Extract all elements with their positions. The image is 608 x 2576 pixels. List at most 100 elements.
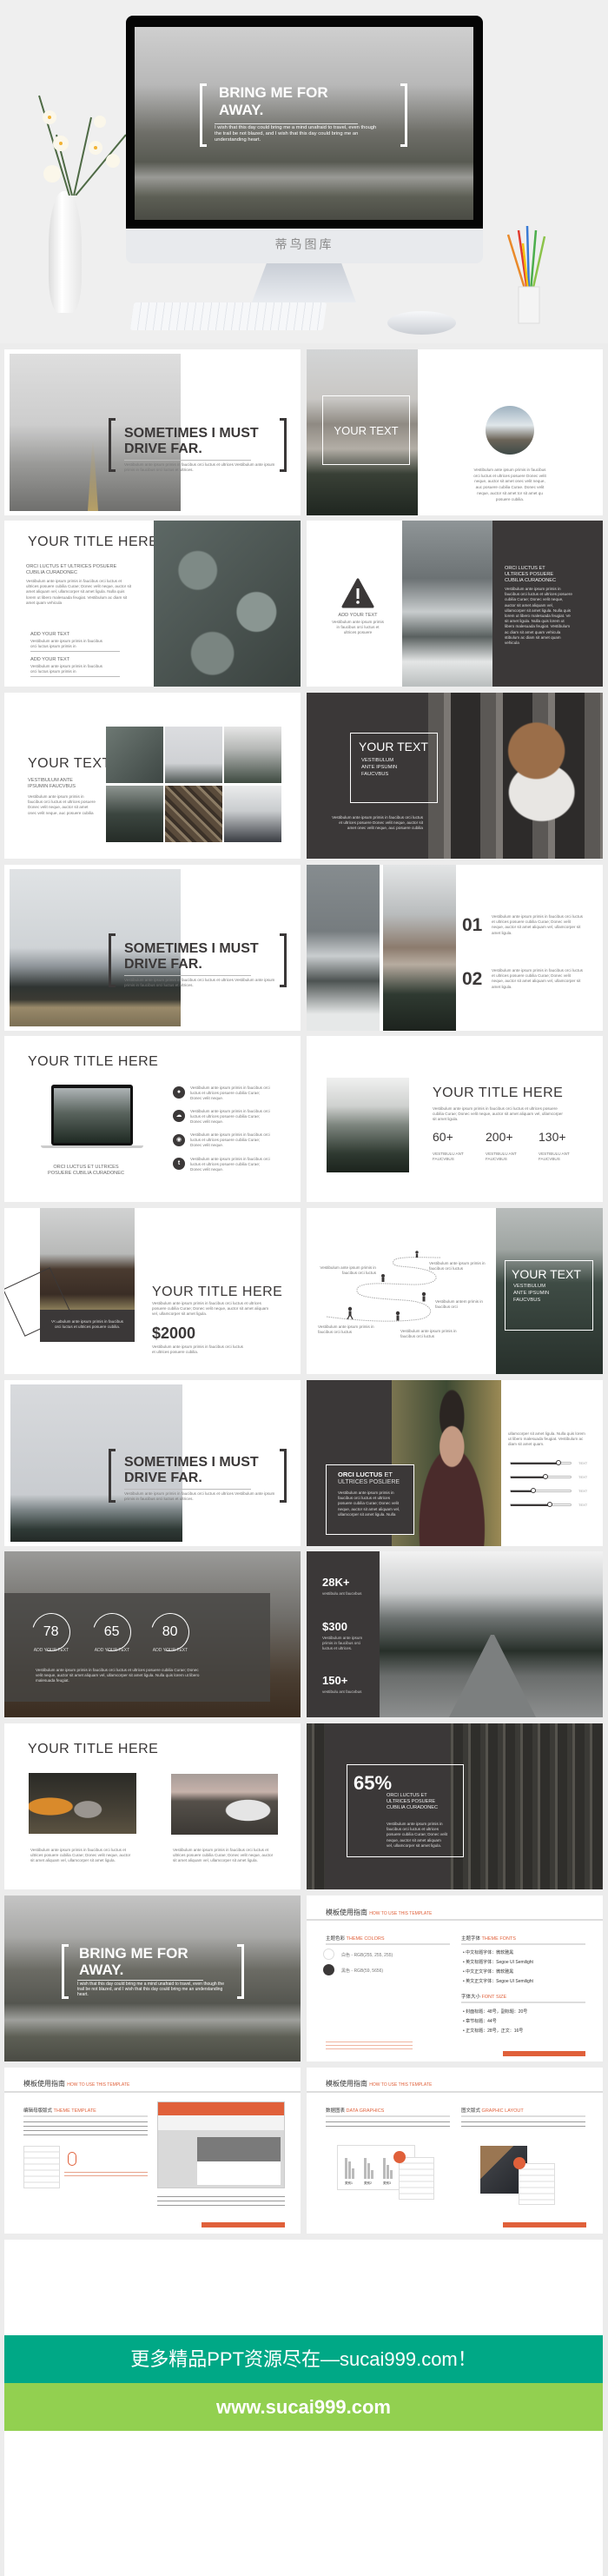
hiker-icon (421, 1291, 426, 1302)
chat-icon[interactable]: ● (173, 1086, 185, 1099)
slider-label: TEXT (578, 1489, 588, 1493)
guide-button[interactable] (202, 2222, 285, 2227)
slide-road-stats[interactable]: 28K+ vestibulu ant faucvbus $300 Vestibulum… (307, 1551, 603, 1717)
grid-photo-mist (224, 786, 281, 842)
slide-sometimes-trees[interactable]: SOMETIMES I MUST DRIVE FAR. Vestibulum a… (4, 1380, 301, 1546)
slide-your-text-woman[interactable]: YOUR TEXT VESTIBULUM ANTE IPSUMIN FAUCVB… (307, 693, 603, 859)
hero-mockup: BRING ME FOR AWAY. I wish that this day c… (0, 0, 608, 343)
slide-sometimes-mountain[interactable]: SOMETIMES I MUST DRIVE FAR. Vestibulum a… (4, 865, 301, 1031)
slider-fill (511, 1490, 533, 1492)
guide-button[interactable] (503, 2222, 586, 2227)
slider-handle[interactable] (546, 1502, 552, 1507)
stat-value: 150+ (322, 1674, 348, 1687)
warning-icon (341, 578, 374, 609)
stat-label: vestibulu ant faucvbus (322, 1690, 362, 1694)
footnotes (326, 2042, 413, 2052)
slider-fill (511, 1463, 558, 1464)
agave-photo (154, 521, 301, 687)
ring-value: 65 (103, 1624, 120, 1640)
slide-your-text-grid[interactable]: YOUR TEXT VESTIBULUM ANTE IPSUMIN FAUCVB… (4, 693, 301, 859)
laptop-mockup (41, 1085, 143, 1149)
slide-guide-theme[interactable]: 模板使用指南 HOW TO USE THIS TEMPLATE 主题色彩 THE… (307, 1895, 603, 2061)
slide-title: SOMETIMES I MUST DRIVE FAR. (124, 426, 259, 456)
hiker-icon (381, 1274, 385, 1282)
slide-laptop-icons[interactable]: YOUR TITLE HERE ORCI LUCTUS ET ULTRICES … (4, 1036, 301, 1202)
slide-guide-template[interactable]: 模板使用指南 HOW TO USE THIS TEMPLATE 编辑母版版式 T… (4, 2068, 301, 2234)
slider-handle[interactable] (542, 1474, 548, 1479)
jeep-photo (171, 1774, 278, 1835)
monitor-logo: 蒂鸟图库 (274, 237, 334, 251)
woman-window-photo (428, 693, 603, 859)
slide-numbered-list[interactable]: 01 Vestibulum ante ipsum primis in fauci… (307, 865, 603, 1031)
stat-value: 28K+ (322, 1576, 350, 1589)
slider-track[interactable] (510, 1488, 572, 1493)
monitor-screen: BRING ME FOR AWAY. I wish that this day c… (135, 27, 473, 220)
slide-winding-path[interactable]: Vestibulum ante ipsum primis in faucibus… (307, 1208, 603, 1374)
mountain-road-photo (380, 1551, 603, 1717)
ring-label: ADD YOUR TEXT (94, 1648, 130, 1653)
monitor-stand (252, 263, 356, 302)
valley-photo (4, 1895, 301, 2061)
pencil-cup (499, 225, 552, 326)
misty-forest-photo (327, 1078, 409, 1172)
tumblr-icon[interactable]: t (173, 1158, 185, 1170)
slide-title: BRING ME FOR AWAY. (79, 1945, 188, 1978)
peak-photo (383, 865, 456, 1031)
slide-warning-sea[interactable]: ADD YOUR TEXT Vestibulum ante ipsum prim… (307, 521, 603, 687)
winding-path-diagram (326, 1251, 442, 1322)
slide-stats-forest[interactable]: YOUR TITLE HERE Vestibulum ante ipsum pr… (307, 1036, 603, 1202)
slide-cabin-price[interactable]: Vestibulum ante ipsum primis in faucibus… (4, 1208, 301, 1374)
sea-photo (402, 521, 492, 687)
slider-handle[interactable] (530, 1488, 536, 1493)
slider-fill (511, 1477, 545, 1478)
slider-fill (511, 1504, 550, 1506)
slide-guide-graphics[interactable]: 模板使用指南 HOW TO USE THIS TEMPLATE 数据图表 DAT… (307, 2068, 603, 2234)
slide-bring-me-for-away[interactable]: BRING ME FOR AWAY. I wish that this day c… (4, 1895, 301, 2061)
slide-title-agave[interactable]: YOUR TITLE HERE ORCI LUCTUS ET ULTRICES … (4, 521, 301, 687)
ring-label: ADD YOUR TEXT (33, 1648, 69, 1653)
grid-photo-leaves (106, 727, 163, 783)
slider-track[interactable] (510, 1460, 572, 1465)
promo-url-banner[interactable]: www.sucai999.com (4, 2383, 603, 2431)
grid-photo-forest (106, 786, 163, 842)
hiker-icon (395, 1311, 400, 1321)
slide-title: SOMETIMES I MUST DRIVE FAR. (124, 941, 259, 972)
ring-label: ADD YOUR TEXT (152, 1648, 188, 1653)
flower-vase (49, 191, 82, 313)
cloud-icon[interactable]: ☁ (173, 1110, 185, 1122)
menu-panel-image (23, 2146, 60, 2188)
grid-photo-wood (165, 786, 222, 842)
slide-title: SOMETIMES I MUST DRIVE FAR. (124, 1455, 259, 1485)
bottom-panel: 更多精品PPT资源尽在—sucai999.com！ www.sucai999.c… (4, 2240, 603, 2576)
mouse-icon (68, 2152, 76, 2166)
stat-value: $300 (322, 1620, 347, 1633)
slider-label: TEXT (578, 1503, 588, 1507)
ring-value: 78 (43, 1624, 59, 1640)
slide-your-text-mountain[interactable]: YOUR TEXT Vestibulum ante ipsum primis i… (307, 349, 603, 515)
grid-photo-hills (224, 727, 281, 783)
slider-track[interactable] (510, 1474, 572, 1479)
hiker-icon (415, 1251, 419, 1258)
slider-label: TEXT (578, 1461, 588, 1465)
promo-banner[interactable]: 更多精品PPT资源尽在—sucai999.com！ (4, 2335, 603, 2383)
hero-title: BRING ME FOR AWAY. (219, 84, 328, 118)
slide-sometimes-road[interactable]: SOMETIMES I MUST DRIVE FAR. Vestibulum a… (4, 349, 301, 515)
slider-track[interactable] (510, 1502, 572, 1507)
hiker-circle-photo (486, 406, 534, 455)
slide-man-sliders[interactable]: ORCI LUCTUS ET ULTRICES POSLIERE Vestibu… (307, 1380, 603, 1546)
hero-body: I wish that this day could bring me a mi… (215, 125, 377, 143)
guide-button[interactable] (503, 2051, 585, 2056)
flowers (22, 83, 127, 196)
slide-title-two-photos[interactable]: YOUR TITLE HERE Vestibulum ante ipsum pr… (4, 1723, 301, 1889)
slide-rings-bike[interactable]: 78 ADD YOUR TEXT 65 ADD YOUR TEXT 80 ADD YOUR… (4, 1551, 301, 1717)
slide-65-percent[interactable]: 65% ORCI LUCTUS ET ULTRICES POSUERE CUBI… (307, 1723, 603, 1889)
weibo-icon[interactable]: ◉ (173, 1134, 185, 1146)
slider-label: TEXT (578, 1475, 588, 1479)
mouse-icon (513, 2157, 525, 2169)
dark-swatch (323, 1964, 334, 1975)
shore-photo (307, 865, 380, 1031)
slider-handle[interactable] (555, 1460, 561, 1465)
ppt-screenshot (157, 2101, 285, 2188)
guide-text-lines (23, 2121, 148, 2139)
mouse (387, 311, 456, 335)
